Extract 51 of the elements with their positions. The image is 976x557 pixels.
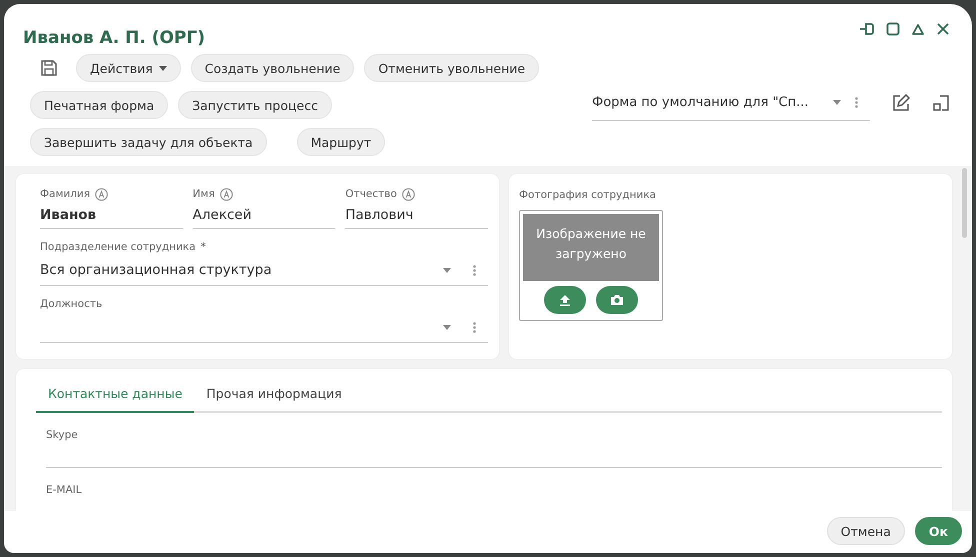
form-select-value: Форма по умолчанию для "Сп... — [592, 94, 810, 110]
toolbar-button[interactable]: Запустить процесс — [178, 91, 332, 119]
required-mark: * — [200, 241, 206, 253]
dropdown-arrow-icon[interactable] — [833, 100, 841, 104]
tab[interactable]: Контактные данные — [36, 377, 194, 413]
field-label: Фамилия — [40, 188, 90, 200]
actions-menu-button[interactable]: Действия — [76, 54, 181, 82]
text-field[interactable]: Алексей — [192, 202, 336, 229]
toolbar-button[interactable]: Отменить увольнение — [364, 54, 540, 82]
text-field[interactable]: Павлович — [345, 202, 488, 229]
field-label: Имя — [192, 188, 215, 200]
dropdown-arrow-icon[interactable] — [443, 324, 451, 330]
text-field[interactable]: Иванов — [40, 202, 183, 229]
field-label: Отчество — [345, 188, 397, 200]
auto-icon[interactable] — [220, 188, 233, 200]
caret-icon[interactable] — [158, 66, 167, 70]
auto-icon[interactable] — [402, 188, 415, 200]
more-icon[interactable] — [473, 264, 476, 276]
ok-button[interactable]: Ок — [914, 517, 962, 545]
field-label: Skype — [46, 428, 79, 443]
window-title: Иванов А. П. (ОРГ) — [23, 28, 205, 48]
toolbar-button[interactable]: Печатная форма — [30, 91, 168, 119]
toolbar-button[interactable]: Маршрут — [296, 128, 386, 156]
scrollbar-thumb[interactable] — [962, 168, 967, 238]
field-label: Должность — [40, 298, 102, 310]
edit-icon[interactable] — [892, 94, 910, 112]
resize-icon[interactable] — [932, 94, 950, 112]
camera-button[interactable] — [596, 286, 638, 314]
toolbar-button[interactable]: Завершить задачу для объекта — [30, 128, 267, 156]
upload-button[interactable] — [544, 286, 586, 314]
upload-icon[interactable] — [560, 294, 570, 306]
field-label: Фотография сотрудника — [519, 189, 657, 201]
tab[interactable]: Прочая информация — [194, 377, 354, 413]
image-placeholder: Изображение не загружено — [523, 214, 659, 281]
select-field[interactable]: Вся организационная структура — [40, 255, 488, 286]
toolbar-button[interactable]: Создать увольнение — [190, 54, 354, 82]
field-label: E-MAIL — [46, 483, 83, 498]
cancel-button[interactable]: Отмена — [826, 517, 905, 545]
save-icon[interactable] — [40, 59, 58, 77]
collapse-icon[interactable] — [911, 22, 925, 36]
maximize-icon[interactable] — [886, 22, 900, 36]
form-select[interactable]: Форма по умолчанию для "Сп... — [592, 84, 870, 121]
pin-icon[interactable] — [859, 22, 875, 36]
select-value: Вся организационная структура — [40, 262, 273, 278]
camera-icon[interactable] — [611, 295, 623, 305]
dropdown-arrow-icon[interactable] — [443, 268, 451, 272]
more-icon[interactable] — [855, 96, 858, 108]
auto-icon[interactable] — [95, 188, 108, 200]
close-icon[interactable] — [936, 22, 950, 36]
more-icon[interactable] — [473, 322, 476, 332]
field-label: Подразделение сотрудника — [40, 241, 196, 253]
